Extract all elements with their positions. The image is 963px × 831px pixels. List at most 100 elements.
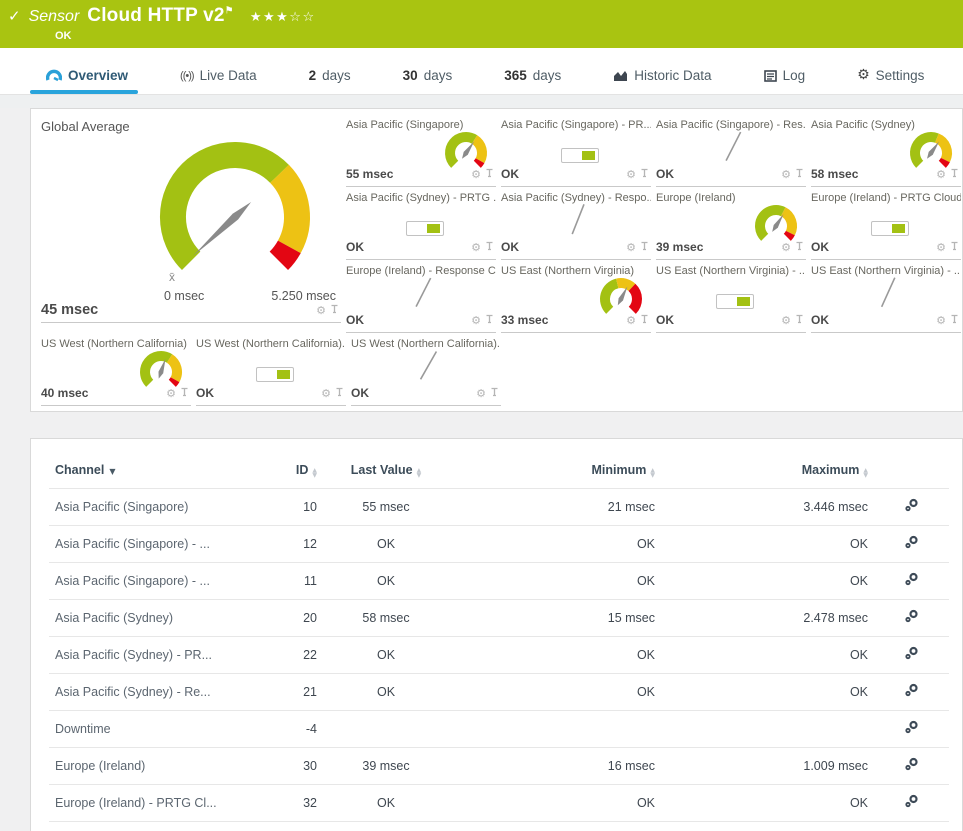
col-header-maximum[interactable]: Maximum ▲ ▼ (661, 449, 874, 489)
table-row[interactable]: Europe (Ireland) - PRTG Cl... 32 OK OK OK (49, 784, 949, 822)
gear-icon[interactable]: ⚙ (316, 305, 326, 316)
global-average-cell[interactable]: Global Average x̄ 0 msec 5.250 msec 45 m… (41, 117, 341, 323)
channel-gauge-cell[interactable]: Asia Pacific (Singapore) - PR... OK ⚙ (501, 117, 651, 187)
gear-icon: ⚙ (857, 67, 870, 83)
channel-ok-indicator (256, 367, 294, 382)
pin-icon[interactable] (330, 301, 339, 319)
gear-icon[interactable]: ⚙ (471, 242, 481, 253)
table-row[interactable]: Downtime -4 (49, 710, 949, 748)
gear-icon[interactable]: ⚙ (781, 242, 791, 253)
gear-icon[interactable]: ⚙ (781, 315, 791, 326)
edit-channel-icon[interactable] (874, 747, 949, 785)
gear-icon[interactable]: ⚙ (626, 315, 636, 326)
cell-last-value: OK (323, 525, 435, 563)
channel-gauge-cell[interactable]: Europe (Ireland) 39 msec ⚙ (656, 190, 806, 260)
channel-gauge-cell[interactable]: US West (Northern California)... OK ⚙ (196, 336, 346, 406)
gear-icon[interactable]: ⚙ (626, 169, 636, 180)
cell-channel: Asia Pacific (Sydney) - Re... (49, 673, 261, 711)
table-row[interactable]: Asia Pacific (Singapore) 10 55 msec 21 msec… (49, 488, 949, 526)
gear-icon[interactable]: ⚙ (936, 315, 946, 326)
tab-historic-data[interactable]: Historic Data (613, 60, 712, 94)
pin-icon[interactable] (335, 384, 344, 402)
edit-channel-icon[interactable] (874, 821, 949, 831)
gear-icon[interactable]: ⚙ (471, 315, 481, 326)
status-check-icon: ✓ (8, 7, 21, 25)
table-row[interactable]: Asia Pacific (Singapore) - ... 11 OK OK OK (49, 562, 949, 600)
pin-icon[interactable] (640, 165, 649, 183)
tab-30-days[interactable]: 30 days (403, 60, 453, 94)
edit-channel-icon[interactable] (874, 599, 949, 637)
gear-icon[interactable]: ⚙ (626, 242, 636, 253)
tab-overview[interactable]: Overview (29, 60, 139, 94)
priority-stars[interactable]: ★★★☆☆ (250, 10, 316, 25)
gear-icon[interactable]: ⚙ (471, 169, 481, 180)
table-row[interactable]: Asia Pacific (Sydney) 20 58 msec 15 msec 2.4… (49, 599, 949, 637)
tab-settings[interactable]: ⚙ Settings (857, 59, 924, 94)
cell-channel: Asia Pacific (Singapore) (49, 488, 261, 526)
pin-icon[interactable] (950, 311, 959, 329)
channel-value: 58 msec (811, 167, 859, 181)
channel-gauge-cell[interactable]: Europe (Ireland) - PRTG Cloud... OK ⚙ (811, 190, 961, 260)
cell-id: 32 (261, 784, 323, 822)
channel-gauge-cell[interactable]: Asia Pacific (Singapore) 55 msec ⚙ (346, 117, 496, 187)
channel-gauge-cell[interactable]: US East (Northern Virginia) 33 msec ⚙ (501, 263, 651, 333)
col-header-last-value[interactable]: Last Value ▲ ▼ (323, 449, 435, 489)
flag-icon[interactable]: ⚑ (225, 6, 234, 17)
channel-gauge-cell[interactable]: US West (Northern California) 40 msec ⚙ (41, 336, 191, 406)
edit-channel-icon[interactable] (874, 710, 949, 748)
pin-icon[interactable] (180, 384, 189, 402)
channel-gauge-cell[interactable]: Europe (Ireland) - Response C... OK ⚙ (346, 263, 496, 333)
pin-icon[interactable] (640, 311, 649, 329)
tab-log[interactable]: Log (763, 60, 805, 94)
cell-id: 30 (261, 747, 323, 785)
edit-channel-icon[interactable] (874, 525, 949, 563)
channel-gauge-cell[interactable]: US West (Northern California)... OK ⚙ (351, 336, 501, 406)
pin-icon[interactable] (795, 311, 804, 329)
tab-live-data[interactable]: ((•)) Live Data (180, 60, 257, 94)
gear-icon[interactable]: ⚙ (166, 388, 176, 399)
cell-channel: Asia Pacific (Sydney) - PR... (49, 636, 261, 674)
col-header-channel[interactable]: Channel ▼ (49, 449, 261, 489)
sort-desc-icon: ▼ (109, 467, 116, 476)
channel-value: OK (811, 313, 829, 327)
channel-gauge-cell[interactable]: Asia Pacific (Sydney) - Respo... OK ⚙ (501, 190, 651, 260)
cell-id: 10 (261, 488, 323, 526)
gear-icon[interactable]: ⚙ (476, 388, 486, 399)
cell-minimum: OK (435, 525, 661, 563)
cell-minimum: 16 msec (435, 747, 661, 785)
channel-gauge-cell[interactable]: Asia Pacific (Sydney) 58 msec ⚙ (811, 117, 961, 187)
col-header-id[interactable]: ID ▲ ▼ (261, 449, 323, 489)
edit-channel-icon[interactable] (874, 784, 949, 822)
channel-gauge-cell[interactable]: Asia Pacific (Singapore) - Res... OK ⚙ (656, 117, 806, 187)
table-row[interactable]: Asia Pacific (Singapore) - ... 12 OK OK OK (49, 525, 949, 563)
pin-icon[interactable] (795, 238, 804, 256)
gear-icon[interactable]: ⚙ (936, 242, 946, 253)
pin-icon[interactable] (485, 311, 494, 329)
table-row[interactable]: Europe (Ireland) 30 39 msec 16 msec 1.009 ms… (49, 747, 949, 785)
pin-icon[interactable] (485, 165, 494, 183)
edit-channel-icon[interactable] (874, 636, 949, 674)
gear-icon[interactable]: ⚙ (781, 169, 791, 180)
pin-icon[interactable] (950, 165, 959, 183)
pin-icon[interactable] (795, 165, 804, 183)
gear-icon[interactable]: ⚙ (936, 169, 946, 180)
tab-365-days[interactable]: 365 days (504, 60, 561, 94)
pin-icon[interactable] (485, 238, 494, 256)
channel-gauge-cell[interactable]: Asia Pacific (Sydney) - PRTG ... OK ⚙ (346, 190, 496, 260)
pin-icon[interactable] (640, 238, 649, 256)
gear-icon[interactable]: ⚙ (321, 388, 331, 399)
edit-channel-icon[interactable] (874, 673, 949, 711)
table-row[interactable]: Asia Pacific (Sydney) - PR... 22 OK OK OK (49, 636, 949, 674)
channel-gauge-cell[interactable]: US East (Northern Virginia) - ... OK ⚙ (656, 263, 806, 333)
channel-gauge-cell[interactable]: US East (Northern Virginia) - ... OK ⚙ (811, 263, 961, 333)
table-row[interactable]: Europe (Ireland) - Respon...31OKOKOK (49, 821, 949, 831)
edit-channel-icon[interactable] (874, 562, 949, 600)
area-chart-icon (613, 70, 628, 82)
pin-icon[interactable] (490, 384, 499, 402)
table-row[interactable]: Asia Pacific (Sydney) - Re... 21 OK OK OK (49, 673, 949, 711)
col-header-minimum[interactable]: Minimum ▲ ▼ (435, 449, 661, 489)
cell-channel: Europe (Ireland) (49, 747, 261, 785)
edit-channel-icon[interactable] (874, 488, 949, 526)
tab-2-days[interactable]: 2 days (309, 60, 351, 94)
pin-icon[interactable] (950, 238, 959, 256)
